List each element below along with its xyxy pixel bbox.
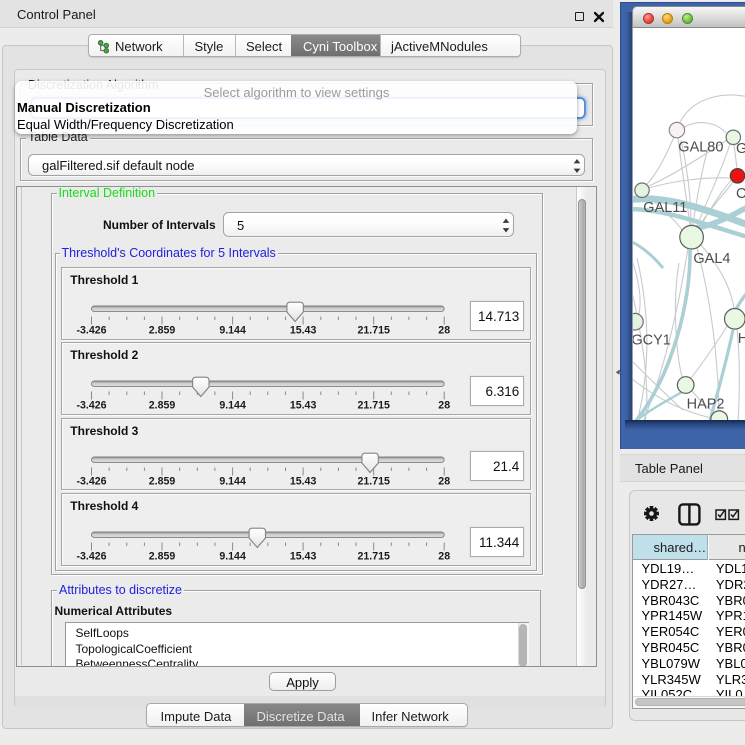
svg-text:GCY1: GCY1 [633, 333, 671, 349]
svg-text:9.144: 9.144 [220, 400, 247, 412]
svg-text:21.715: 21.715 [358, 475, 391, 487]
svg-text:28: 28 [439, 475, 451, 487]
svg-text:2.859: 2.859 [149, 475, 176, 487]
svg-text:-3.426: -3.426 [77, 551, 107, 563]
svg-text:HAP2: HAP2 [687, 397, 725, 413]
svg-text:C: C [736, 186, 745, 202]
svg-text:2.859: 2.859 [149, 551, 176, 563]
svg-text:21.715: 21.715 [358, 325, 391, 337]
svg-text:15.43: 15.43 [290, 475, 317, 487]
svg-text:GAL80: GAL80 [678, 140, 723, 156]
svg-text:-3.426: -3.426 [77, 400, 107, 412]
svg-text:9.144: 9.144 [220, 325, 247, 337]
svg-text:15.43: 15.43 [290, 551, 317, 563]
svg-text:2.859: 2.859 [149, 400, 176, 412]
svg-text:28: 28 [439, 551, 451, 563]
svg-text:H: H [738, 331, 745, 347]
svg-text:28: 28 [439, 400, 451, 412]
svg-text:-3.426: -3.426 [77, 325, 107, 337]
svg-text:21.715: 21.715 [358, 400, 391, 412]
svg-text:15.43: 15.43 [290, 400, 317, 412]
svg-text:15.43: 15.43 [290, 325, 317, 337]
svg-text:9.144: 9.144 [220, 551, 247, 563]
svg-text:GAL11: GAL11 [643, 200, 687, 216]
svg-text:28: 28 [439, 325, 451, 337]
svg-text:-3.426: -3.426 [77, 475, 107, 487]
svg-text:GAL4: GAL4 [693, 251, 730, 267]
svg-text:GAL: GAL [736, 141, 745, 157]
svg-text:21.715: 21.715 [358, 551, 391, 563]
svg-text:2.859: 2.859 [149, 325, 176, 337]
svg-text:9.144: 9.144 [220, 475, 247, 487]
